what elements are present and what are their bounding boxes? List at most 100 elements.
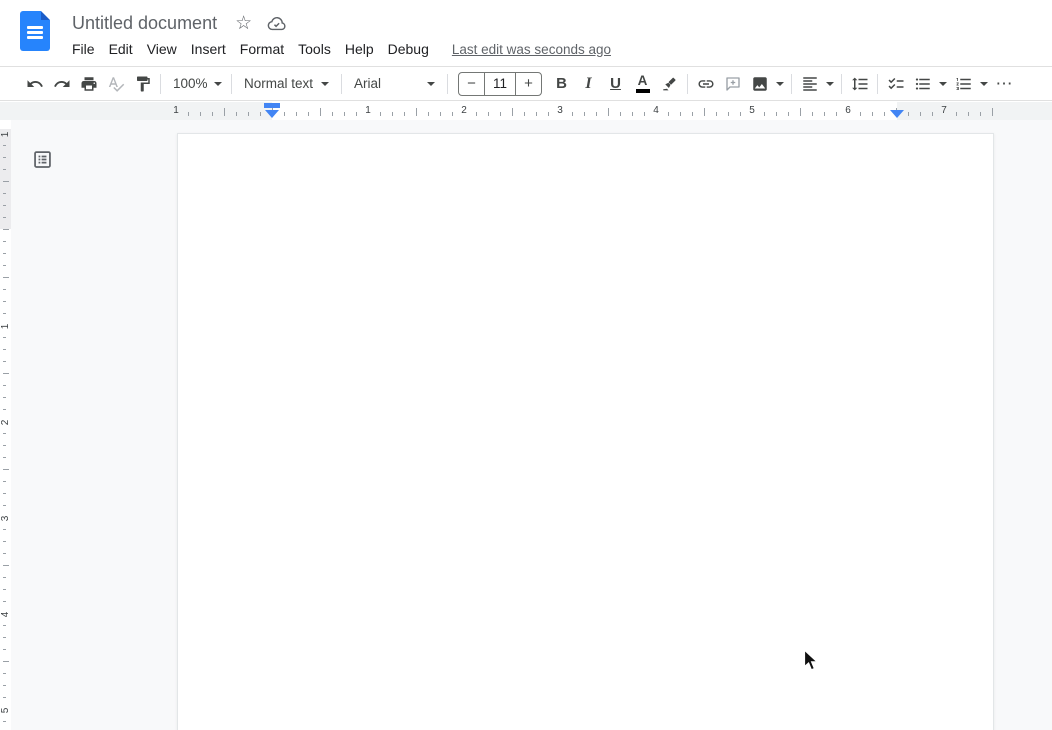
zoom-select[interactable]: 100% <box>165 70 227 97</box>
ruler-number: 1 <box>0 321 11 332</box>
line-spacing-icon <box>851 75 869 93</box>
menu-format[interactable]: Format <box>233 39 291 59</box>
ruler-number: 2 <box>0 417 11 428</box>
menu-insert[interactable]: Insert <box>184 39 233 59</box>
numbered-list-dropdown[interactable] <box>977 70 991 97</box>
toolbar-separator <box>791 74 792 94</box>
toolbar-separator <box>687 74 688 94</box>
image-icon <box>751 75 769 93</box>
align-dropdown[interactable] <box>823 70 837 97</box>
menu-help[interactable]: Help <box>338 39 381 59</box>
chevron-down-icon <box>776 82 784 86</box>
vertical-ruler[interactable]: 1 1 2 3 4 5 <box>0 120 11 730</box>
underline-icon: U <box>610 75 621 92</box>
ruler-number: 1 <box>170 105 182 117</box>
paragraph-style-value: Normal text <box>244 76 315 91</box>
toolbar-separator <box>841 74 842 94</box>
toolbar-separator <box>231 74 232 94</box>
highlighter-icon <box>661 75 679 93</box>
ruler-number: 6 <box>842 105 854 117</box>
menu-tools[interactable]: Tools <box>291 39 338 59</box>
link-icon <box>697 75 715 93</box>
toolbar-separator <box>447 74 448 94</box>
workspace: 1 1 2 3 4 5 <box>0 120 1052 730</box>
italic-icon: I <box>585 75 591 93</box>
last-edit-link[interactable]: Last edit was seconds ago <box>452 42 611 57</box>
insert-image-dropdown[interactable] <box>773 70 787 97</box>
chevron-down-icon <box>939 82 947 86</box>
undo-button[interactable] <box>21 70 48 97</box>
print-icon <box>80 75 98 93</box>
menubar: File Edit View Insert Format Tools Help … <box>65 37 611 61</box>
undo-icon <box>26 75 44 93</box>
text-color-button[interactable]: A <box>629 70 656 97</box>
print-button[interactable] <box>75 70 102 97</box>
text-color-icon: A <box>636 74 650 93</box>
ruler-number: 1 <box>362 105 374 117</box>
left-indent-marker[interactable] <box>265 110 279 118</box>
zoom-value: 100% <box>173 76 208 91</box>
bulleted-list-icon <box>914 75 932 93</box>
right-indent-marker[interactable] <box>890 110 904 118</box>
menu-edit[interactable]: Edit <box>102 39 140 59</box>
align-left-icon <box>801 75 819 93</box>
font-size-control: − 11 + <box>458 72 542 96</box>
chevron-down-icon <box>321 82 329 86</box>
first-line-indent-marker[interactable] <box>264 103 280 108</box>
logo-line <box>27 31 43 34</box>
logo-fold-cut <box>41 11 50 20</box>
redo-button[interactable] <box>48 70 75 97</box>
align-button[interactable] <box>796 70 823 97</box>
horizontal-ruler[interactable]: 1 1 2 3 4 5 6 7 <box>0 102 1052 120</box>
star-icon[interactable]: ☆ <box>235 14 252 33</box>
ruler-number: 5 <box>746 105 758 117</box>
paragraph-style-select[interactable]: Normal text <box>236 70 337 97</box>
cloud-status-icon[interactable] <box>266 15 287 32</box>
decrease-font-size-button[interactable]: − <box>459 73 484 95</box>
ruler-number: 2 <box>458 105 470 117</box>
ruler-number: 1 <box>0 129 11 140</box>
add-comment-button[interactable] <box>719 70 746 97</box>
highlight-color-button[interactable] <box>656 70 683 97</box>
ruler-number: 3 <box>0 513 11 524</box>
insert-image-button[interactable] <box>746 70 773 97</box>
header: Untitled document ☆ File Edit View Inser… <box>0 0 1052 66</box>
document-title[interactable]: Untitled document <box>72 13 217 34</box>
font-size-input[interactable]: 11 <box>484 73 516 95</box>
font-family-select[interactable]: Arial <box>346 70 443 97</box>
underline-button[interactable]: U <box>602 70 629 97</box>
insert-link-button[interactable] <box>692 70 719 97</box>
document-outline-button[interactable] <box>30 147 54 171</box>
ruler-number: 7 <box>938 105 950 117</box>
ruler-half-ticks <box>176 108 996 116</box>
increase-font-size-button[interactable]: + <box>516 73 541 95</box>
logo-line <box>27 26 43 29</box>
document-outline-icon <box>32 149 53 170</box>
docs-logo-icon[interactable] <box>20 11 50 51</box>
menu-debug[interactable]: Debug <box>381 39 436 59</box>
more-options-button[interactable]: ⋯ <box>991 70 1018 97</box>
toolbar: 100% Normal text Arial − 11 + B I U <box>0 66 1052 101</box>
add-comment-icon <box>724 75 742 93</box>
toolbar-separator <box>160 74 161 94</box>
spellcheck-button[interactable] <box>102 70 129 97</box>
paint-format-button[interactable] <box>129 70 156 97</box>
numbered-list-button[interactable] <box>950 70 977 97</box>
checklist-button[interactable] <box>882 70 909 97</box>
menu-view[interactable]: View <box>140 39 184 59</box>
line-spacing-button[interactable] <box>846 70 873 97</box>
menu-file[interactable]: File <box>65 39 102 59</box>
ruler-half-ticks <box>3 133 9 730</box>
google-docs-app: Untitled document ☆ File Edit View Inser… <box>0 0 1052 730</box>
chevron-down-icon <box>826 82 834 86</box>
bold-button[interactable]: B <box>548 70 575 97</box>
chevron-down-icon <box>214 82 222 86</box>
ruler-number: 4 <box>650 105 662 117</box>
bulleted-list-dropdown[interactable] <box>936 70 950 97</box>
italic-button[interactable]: I <box>575 70 602 97</box>
toolbar-separator <box>877 74 878 94</box>
document-page[interactable] <box>177 133 994 730</box>
bulleted-list-button[interactable] <box>909 70 936 97</box>
redo-icon <box>53 75 71 93</box>
more-options-icon: ⋯ <box>996 74 1014 94</box>
